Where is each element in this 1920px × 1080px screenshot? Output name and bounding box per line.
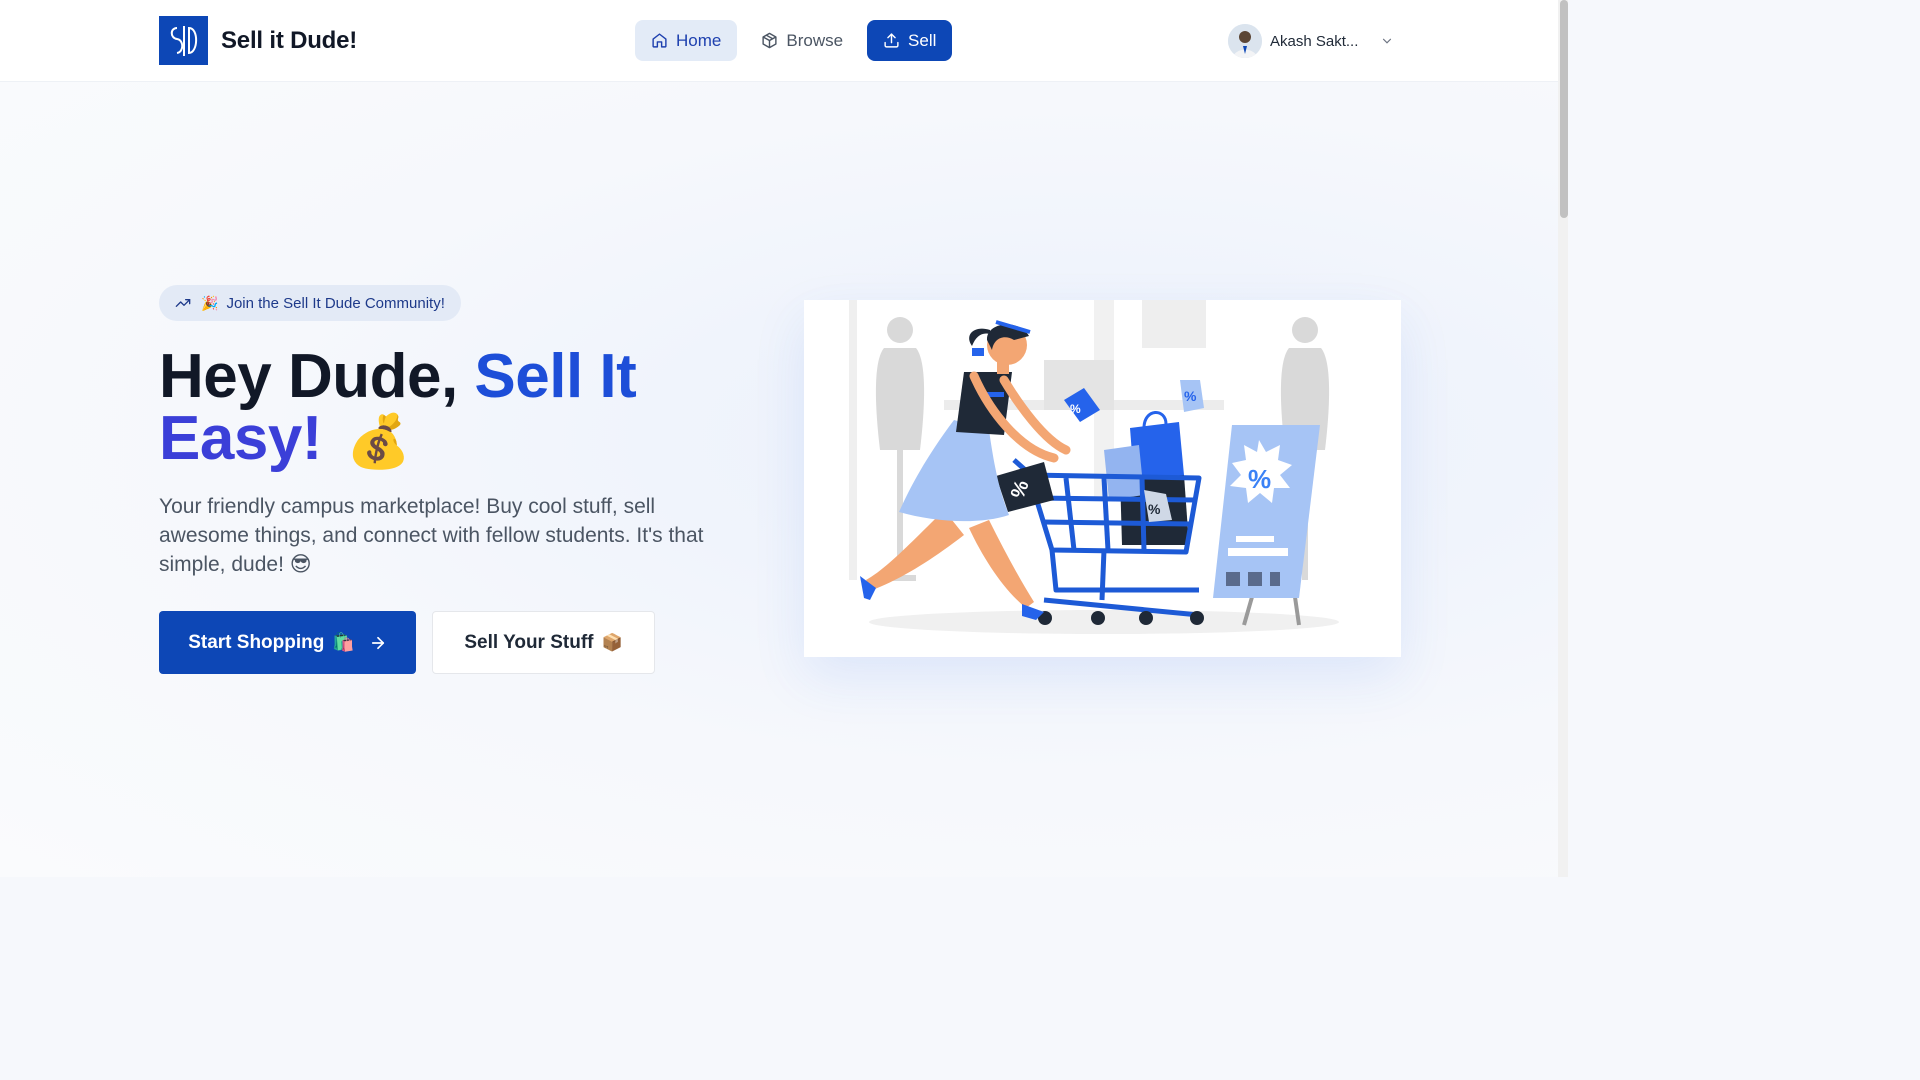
nav-home-label: Home (676, 30, 722, 50)
start-shopping-label: Start Shopping (188, 631, 325, 653)
main-nav: Home Browse Sell (635, 20, 953, 61)
brand[interactable]: Sell it Dude! (159, 16, 357, 65)
badge-text: Join the Sell It Dude Community! (226, 294, 445, 312)
chevron-down-icon (1383, 38, 1392, 44)
community-badge: 🎉 Join the Sell It Dude Community! (159, 285, 461, 321)
nav-browse-label: Browse (786, 30, 844, 50)
shopping-bags-emoji: 🛍️ (332, 632, 355, 652)
headline-part-3: Easy! (159, 404, 322, 473)
headline-part-1: Hey Dude, (159, 342, 475, 411)
user-avatar (1228, 24, 1262, 58)
user-name: Akash Sakt... (1270, 32, 1359, 50)
hero-headline: Hey Dude, Sell It Easy! 💰 (159, 346, 779, 473)
start-shopping-button[interactable]: Start Shopping 🛍️ (159, 611, 416, 674)
top-navbar: Sell it Dude! Home Browse Sell Akash Sak… (0, 0, 1568, 82)
nav-sell-button[interactable]: Sell (867, 20, 953, 61)
money-bag-emoji: 💰 (345, 413, 411, 471)
scrollbar-thumb[interactable] (1560, 0, 1568, 218)
package-emoji: 📦 (601, 632, 623, 652)
home-icon (652, 33, 667, 48)
trending-up-icon (175, 299, 191, 307)
brand-name: Sell it Dude! (221, 26, 358, 54)
nav-sell-label: Sell (908, 30, 937, 50)
nav-browse[interactable]: Browse (745, 20, 859, 61)
svg-text:%: % (1148, 501, 1161, 517)
shopping-cart-woman-illustration: % % % % % (804, 300, 1401, 657)
hero-subtext: Your friendly campus marketplace! Buy co… (159, 495, 704, 576)
svg-text:%: % (1184, 388, 1197, 404)
sell-your-stuff-label: Sell Your Stuff (464, 631, 594, 653)
svg-text:%: % (1070, 402, 1081, 416)
user-menu[interactable]: Akash Sakt... (1228, 24, 1394, 58)
headline-part-2: Sell It (474, 342, 637, 411)
sid-monogram-icon (159, 16, 208, 65)
svg-text:%: % (1248, 464, 1271, 494)
package-icon (762, 32, 777, 49)
sell-your-stuff-button[interactable]: Sell Your Stuff 📦 (432, 611, 655, 674)
arrow-right-icon (371, 636, 384, 649)
party-emoji: 🎉 (201, 294, 219, 311)
upload-icon (884, 33, 899, 48)
nav-home[interactable]: Home (635, 20, 738, 61)
